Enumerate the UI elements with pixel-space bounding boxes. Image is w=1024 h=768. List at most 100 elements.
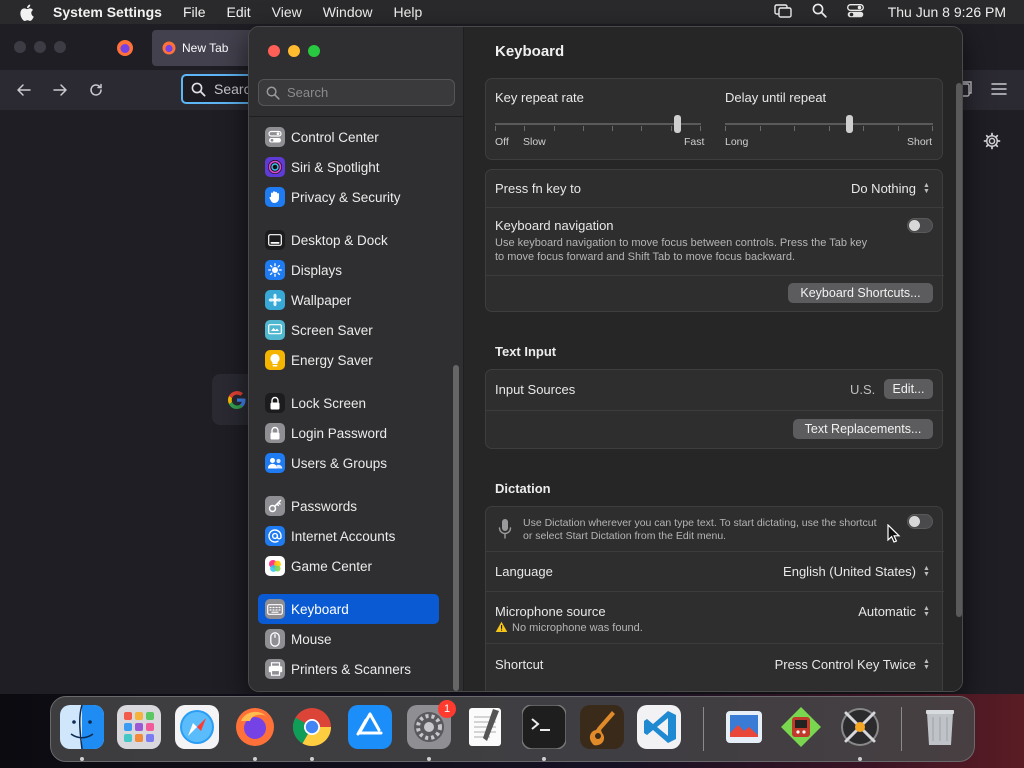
firefox-icon[interactable] xyxy=(232,704,278,750)
keyboard-nav-toggle[interactable] xyxy=(907,218,933,233)
repeat-settings-group: Key repeat rate Delay until repeat Off S… xyxy=(485,78,943,160)
microphone-source-value: Automatic xyxy=(858,604,916,619)
at-icon xyxy=(265,526,285,546)
key-repeat-slider[interactable] xyxy=(495,113,701,135)
hamburger-menu-icon[interactable] xyxy=(991,82,1007,98)
sidebar-item-login-password[interactable]: Login Password xyxy=(258,418,439,448)
sidebar-item-privacy-security[interactable]: Privacy & Security xyxy=(258,182,439,212)
sidebar-item-screen-saver[interactable]: Screen Saver xyxy=(258,315,439,345)
sidebar-item-control-center[interactable]: Control Center xyxy=(258,122,439,152)
system-settings-icon[interactable]: 1 xyxy=(406,700,456,750)
sidebar-item-game-center[interactable]: Game Center xyxy=(258,551,439,581)
sidebar-item-label: Game Center xyxy=(291,558,373,574)
control-center-icon xyxy=(265,127,285,147)
chrome-icon[interactable] xyxy=(289,704,335,750)
siri-icon xyxy=(265,157,285,177)
search-icon xyxy=(266,86,280,100)
close-button[interactable] xyxy=(268,45,280,57)
main-scrollbar[interactable] xyxy=(956,83,962,617)
sidebar-item-internet-accounts[interactable]: Internet Accounts xyxy=(258,521,439,551)
settings-gear-icon[interactable] xyxy=(983,132,1003,152)
firefox-tab-icon[interactable] xyxy=(116,39,134,57)
browser-zoom-button[interactable] xyxy=(54,41,66,53)
printer-icon xyxy=(265,659,285,679)
dictation-language-label: Language xyxy=(495,564,553,579)
launchpad-icon[interactable] xyxy=(116,704,162,750)
game-app-icon[interactable] xyxy=(778,704,824,750)
sidebar-item-displays[interactable]: Displays xyxy=(258,255,439,285)
system-settings-window: Search Control Center Siri & Spotlight Pri… xyxy=(248,26,963,692)
garageband-icon[interactable] xyxy=(579,704,625,750)
sidebar-item-keyboard[interactable]: Keyboard xyxy=(258,594,439,624)
menu-file[interactable]: File xyxy=(183,4,206,20)
delay-repeat-slider[interactable] xyxy=(725,113,933,135)
menu-app-name[interactable]: System Settings xyxy=(53,4,162,20)
sidebar-search-field[interactable]: Search xyxy=(258,79,455,106)
trash-icon[interactable] xyxy=(917,704,963,750)
keyboard-nav-label: Keyboard navigation xyxy=(495,218,614,233)
key-repeat-knob[interactable] xyxy=(674,115,681,133)
zoom-button[interactable] xyxy=(308,45,320,57)
control-center-menu-icon[interactable] xyxy=(846,3,864,21)
spotlight-search-icon[interactable] xyxy=(812,3,827,21)
keyboard-pane: Keyboard Key repeat rate Delay until rep… xyxy=(464,27,962,691)
slider-tick xyxy=(863,126,864,131)
microphone-icon xyxy=(498,518,512,540)
slider-tick xyxy=(495,126,496,131)
sidebar-item-siri-spotlight[interactable]: Siri & Spotlight xyxy=(258,152,439,182)
sidebar-item-label: Energy Saver xyxy=(291,352,373,368)
browser-close-button[interactable] xyxy=(14,41,26,53)
xcode-tools-icon[interactable] xyxy=(837,704,883,750)
dictation-toggle[interactable] xyxy=(907,514,933,529)
keyboard-nav-description-2: to move focus forward and Shift Tab to m… xyxy=(495,251,796,263)
sidebar-item-wallpaper[interactable]: Wallpaper xyxy=(258,285,439,315)
browser-tab-new-tab[interactable]: New Tab xyxy=(152,30,262,66)
text-replacements-button[interactable]: Text Replacements... xyxy=(793,419,933,439)
dictation-shortcut-value: Press Control Key Twice xyxy=(774,657,916,672)
microphone-source-label: Microphone source xyxy=(495,604,606,619)
menu-window[interactable]: Window xyxy=(323,4,373,20)
delay-repeat-knob[interactable] xyxy=(846,115,853,133)
browser-tab-title: New Tab xyxy=(182,41,229,55)
forward-arrow-icon[interactable] xyxy=(51,81,69,99)
preview-icon[interactable] xyxy=(721,704,767,750)
apple-menu-icon[interactable] xyxy=(17,3,35,21)
sidebar-item-users-groups[interactable]: Users & Groups xyxy=(258,448,439,478)
slider-tick xyxy=(794,126,795,131)
app-store-icon[interactable] xyxy=(347,704,393,750)
screen-mirroring-icon[interactable] xyxy=(774,3,792,21)
sidebar-item-label: Users & Groups xyxy=(291,455,388,471)
menu-view[interactable]: View xyxy=(272,4,302,20)
sidebar-item-energy-saver[interactable]: Energy Saver xyxy=(258,345,439,375)
sidebar-search-placeholder: Search xyxy=(287,85,329,100)
input-sources-edit-button[interactable]: Edit... xyxy=(884,379,933,399)
menu-edit[interactable]: Edit xyxy=(227,4,251,20)
keyboard-shortcuts-button[interactable]: Keyboard Shortcuts... xyxy=(788,283,933,303)
finder-icon[interactable] xyxy=(59,704,105,750)
sidebar-item-mouse[interactable]: Mouse xyxy=(258,624,439,654)
microphone-source-popup[interactable]: Automatic ▲ ▼ xyxy=(858,604,931,619)
sidebar-item-lock-screen[interactable]: Lock Screen xyxy=(258,388,439,418)
browser-minimize-button[interactable] xyxy=(34,41,46,53)
menu-clock[interactable]: Thu Jun 8 9:26 PM xyxy=(888,4,1006,20)
sidebar-scrollbar[interactable] xyxy=(453,365,459,691)
menu-help[interactable]: Help xyxy=(394,4,423,20)
terminal-icon[interactable] xyxy=(521,704,567,750)
back-arrow-icon[interactable] xyxy=(15,81,33,99)
fn-key-popup[interactable]: Do Nothing ▲ ▼ xyxy=(851,181,931,196)
key-repeat-fast-caption: Fast xyxy=(684,136,705,148)
sidebar-item-label: Screen Saver xyxy=(291,322,373,338)
minimize-button[interactable] xyxy=(288,45,300,57)
dictation-language-popup[interactable]: English (United States) ▲ ▼ xyxy=(783,564,931,579)
sidebar-item-desktop-dock[interactable]: Desktop & Dock xyxy=(258,225,439,255)
displays-icon xyxy=(265,260,285,280)
sidebar-item-printers-scanners[interactable]: Printers & Scanners xyxy=(258,654,439,684)
slider-tick xyxy=(583,126,584,131)
reload-icon[interactable] xyxy=(87,81,105,99)
safari-icon[interactable] xyxy=(174,704,220,750)
sidebar-item-passwords[interactable]: Passwords xyxy=(258,491,439,521)
textedit-icon[interactable] xyxy=(462,704,508,750)
vscode-icon[interactable] xyxy=(636,704,682,750)
fn-key-label: Press fn key to xyxy=(495,181,581,196)
dictation-shortcut-popup[interactable]: Press Control Key Twice ▲ ▼ xyxy=(775,657,931,672)
